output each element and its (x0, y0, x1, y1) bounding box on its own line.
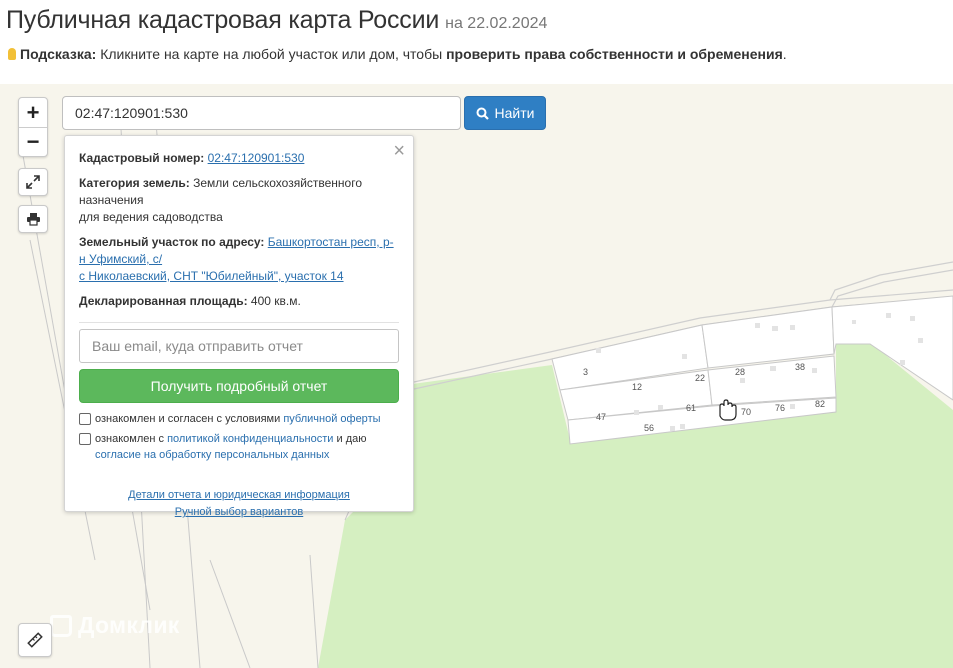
cadastral-number-link[interactable]: 02:47:120901:530 (208, 151, 305, 165)
zoom-in-button[interactable]: + (19, 98, 47, 127)
domclick-watermark: Домклик (50, 612, 180, 639)
search-button[interactable]: Найти (464, 96, 546, 130)
land-category-label: Категория земель: (79, 176, 190, 190)
address-label: Земельный участок по адресу: (79, 235, 265, 249)
measure-button[interactable] (18, 623, 52, 657)
parcel-info-popup: × Кадастровый номер: 02:47:120901:530 Ка… (64, 135, 414, 518)
ruler-icon (27, 632, 43, 648)
manual-selection-link[interactable]: Ручной выбор вариантов (79, 504, 399, 521)
cadastral-number-label: Кадастровый номер: (79, 151, 205, 165)
hint-line: Подсказка: Кликните на карте на любой уч… (8, 46, 787, 62)
plot-number-47: 47 (596, 412, 606, 422)
area-row: Декларированная площадь: 400 кв.м. (79, 293, 399, 310)
address-row: Земельный участок по адресу: Башкортоста… (79, 234, 399, 285)
privacy-consent-row: ознакомлен с политикой конфиденциальност… (79, 431, 399, 463)
privacy-checkbox[interactable] (79, 433, 91, 445)
plot-number-12: 12 (632, 382, 642, 392)
public-offer-link[interactable]: публичной оферты (283, 413, 380, 425)
report-details-link[interactable]: Детали отчета и юридическая информация (79, 487, 399, 504)
print-button[interactable] (18, 205, 48, 233)
lightbulb-icon (8, 48, 16, 60)
domclick-logo-icon (50, 614, 72, 637)
data-processing-consent-link[interactable]: согласие на обработку персональных данны… (95, 449, 329, 461)
privacy-text-a: ознакомлен с (95, 433, 165, 445)
land-category-row: Категория земель: Земли сельскохозяйстве… (79, 175, 399, 226)
divider (79, 322, 399, 323)
plot-number-61: 61 (686, 403, 696, 413)
get-report-button[interactable]: Получить подробный отчет (79, 369, 399, 403)
privacy-text-b: и даю (336, 433, 367, 445)
plot-number-56: 56 (644, 423, 654, 433)
privacy-policy-link[interactable]: политикой конфиденциальности (167, 433, 333, 445)
cadastral-map-page: Публичная кадастровая карта России на 22.… (0, 0, 953, 668)
close-icon[interactable]: × (393, 141, 405, 161)
offer-checkbox[interactable] (79, 413, 91, 425)
plot-number-76: 76 (775, 403, 785, 413)
search-button-label: Найти (494, 105, 535, 121)
plot-number-82: 82 (815, 399, 825, 409)
offer-consent-text: ознакомлен и согласен с условиями (95, 413, 281, 425)
plot-number-70: 70 (741, 407, 751, 417)
email-field[interactable]: Ваш email, куда отправить отчет (79, 329, 399, 363)
watermark-text: Домклик (78, 612, 180, 638)
zoom-out-button[interactable]: − (19, 127, 47, 156)
plot-number-38: 38 (795, 362, 805, 372)
search-icon (476, 107, 489, 120)
page-header: Публичная кадастровая карта России на 22.… (6, 6, 547, 35)
hint-label: Подсказка: (20, 46, 97, 62)
cadastral-search-input[interactable]: 02:47:120901:530 (62, 96, 461, 130)
plot-number-28: 28 (735, 367, 745, 377)
offer-consent-row: ознакомлен и согласен с условиями публич… (79, 411, 399, 427)
land-category-use: для ведения садоводства (79, 210, 223, 224)
popup-links: Детали отчета и юридическая информация Р… (79, 487, 399, 521)
plot-number-3: 3 (583, 367, 588, 377)
print-icon (26, 213, 40, 226)
plot-number-22: 22 (695, 373, 705, 383)
area-label: Декларированная площадь: (79, 294, 248, 308)
page-title: Публичная кадастровая карта России (6, 6, 440, 34)
hint-end: . (782, 46, 787, 62)
page-date: на 22.02.2024 (445, 15, 548, 32)
hint-text: Кликните на карте на любой участок или д… (100, 46, 443, 62)
fullscreen-button[interactable] (18, 168, 48, 196)
fullscreen-icon (26, 175, 40, 189)
zoom-control: + − (18, 97, 48, 157)
area-value: 400 кв.м. (250, 294, 301, 308)
address-line-2: с Николаевский, СНТ "Юбилейный", участок… (79, 269, 344, 283)
hint-bold-text: проверить права собственности и обремене… (446, 46, 783, 62)
cadastral-number-row: Кадастровый номер: 02:47:120901:530 (79, 150, 399, 167)
